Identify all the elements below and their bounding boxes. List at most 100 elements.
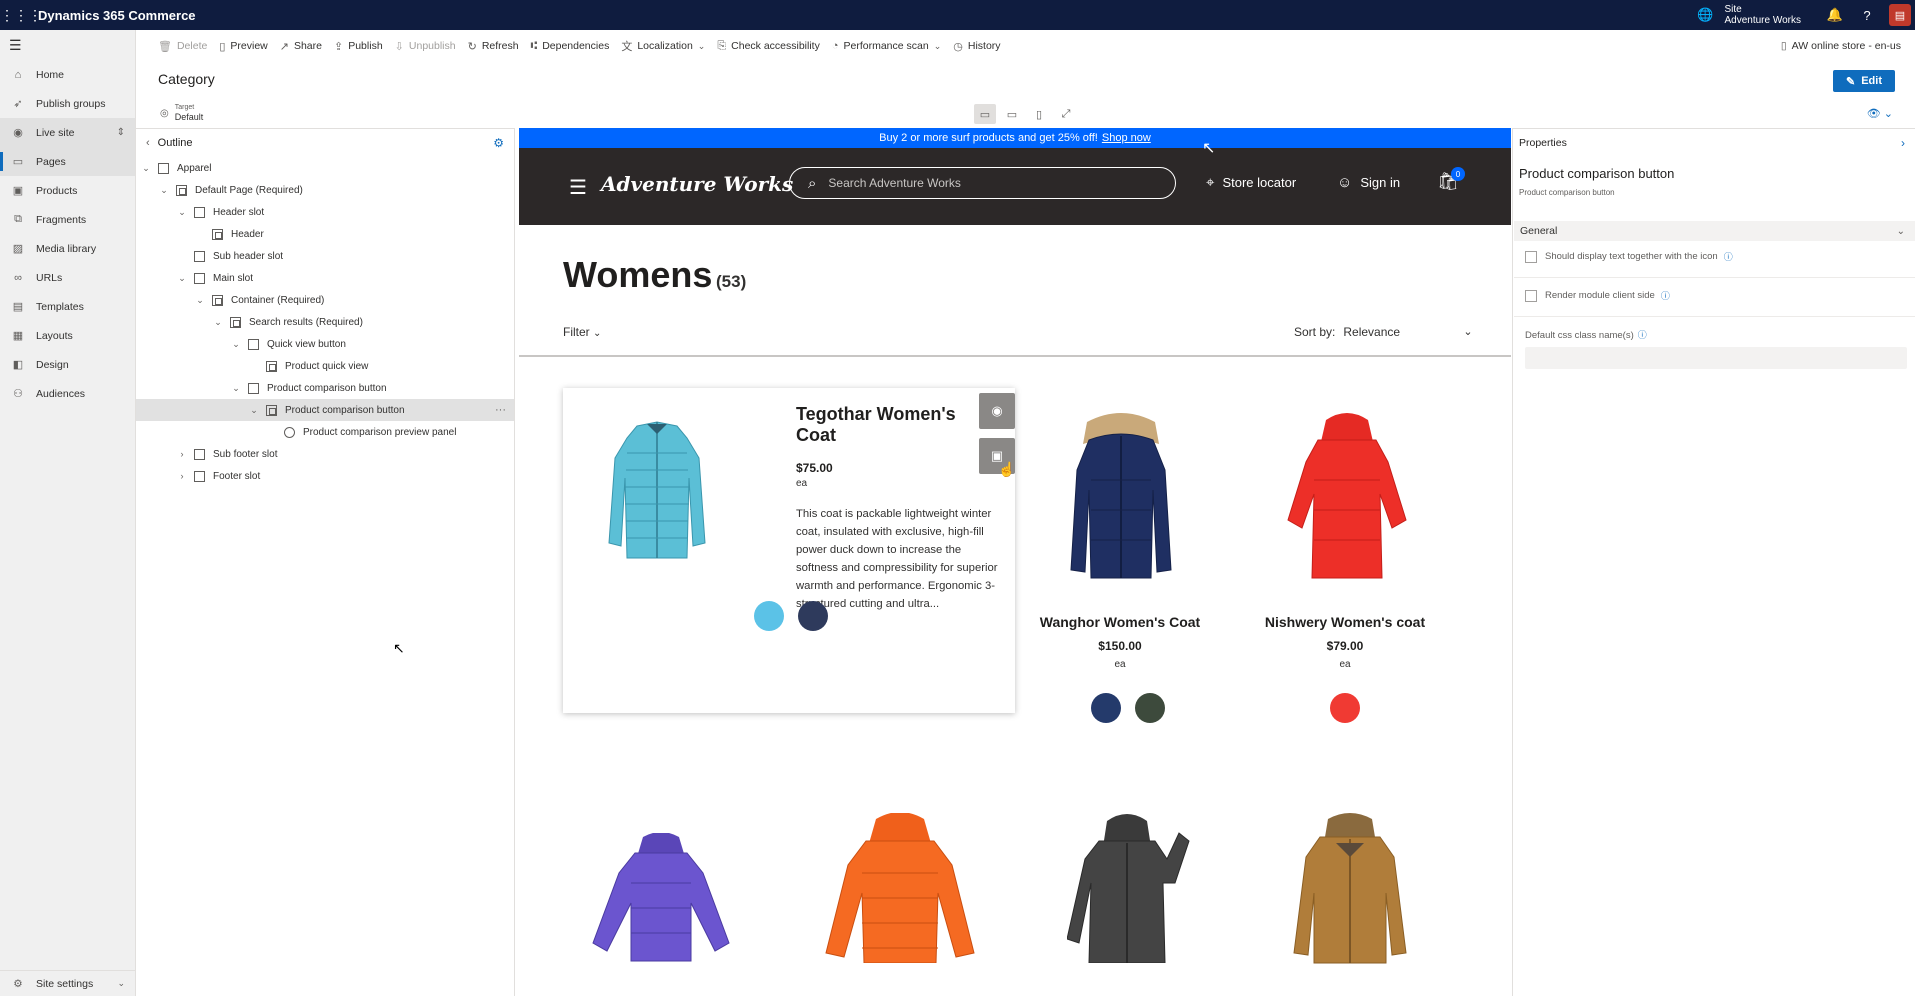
avatar[interactable]: ▤ — [1889, 4, 1911, 26]
chevron-down-icon[interactable]: ⌄ — [212, 317, 224, 328]
chevron-down-icon[interactable]: ⌄ — [176, 273, 188, 284]
tree-row[interactable]: ⌄ Apparel — [136, 157, 514, 179]
product-name[interactable]: Nishwery Women's coat — [1170, 614, 1511, 630]
tree-row[interactable]: › Sub footer slot — [136, 443, 514, 465]
general-group-header[interactable]: General ⌄ — [1514, 221, 1915, 241]
product-image[interactable] — [1067, 813, 1191, 963]
nav-home[interactable]: ⌂ Home — [0, 60, 135, 89]
check-accessibility-button[interactable]: ⎘ Check accessibility — [717, 40, 820, 53]
history-button[interactable]: ◷ History — [953, 40, 1000, 53]
chevron-right-icon[interactable]: › — [176, 471, 188, 481]
help-icon[interactable]: ? — [1851, 8, 1883, 23]
more-icon[interactable]: ··· — [495, 404, 506, 416]
gear-icon[interactable]: ⚙ — [493, 136, 504, 150]
localization-button[interactable]: 文 Localization ⌄ — [621, 38, 705, 54]
refresh-button[interactable]: ↻ Refresh — [468, 40, 519, 53]
edit-button[interactable]: ✎ Edit — [1833, 70, 1895, 92]
visibility-icon[interactable]: 👁 ⌄ — [1867, 107, 1893, 120]
nav-templates[interactable]: ▤ Templates — [0, 292, 135, 321]
info-icon[interactable]: ⓘ — [1724, 250, 1733, 263]
tree-row-selected[interactable]: ⌄ Product comparison button ··· — [136, 399, 514, 421]
tree-row[interactable]: Sub header slot — [136, 245, 514, 267]
shop-now-link[interactable]: Shop now — [1102, 132, 1151, 144]
product-tile[interactable]: Nishwery Women's coat $79.00 ea — [1170, 614, 1511, 670]
chevron-down-icon[interactable]: ⌄ — [230, 383, 242, 394]
tree-row[interactable]: Product comparison preview panel — [136, 421, 514, 443]
store-locator-link[interactable]: ⌖ Store locator — [1206, 174, 1296, 191]
preview-button[interactable]: ▯ Preview — [219, 40, 267, 53]
color-swatch[interactable] — [754, 601, 784, 631]
fullscreen-icon[interactable]: ⤢ — [1055, 104, 1077, 124]
nav-media-library[interactable]: ▨ Media library — [0, 234, 135, 263]
page-preview[interactable]: Buy 2 or more surf products and get 25% … — [519, 128, 1511, 996]
site-selector[interactable]: Site Adventure Works — [1724, 4, 1801, 26]
desktop-view-icon[interactable]: ▭ — [974, 104, 996, 124]
share-button[interactable]: ↗ Share — [280, 40, 322, 53]
checkbox[interactable] — [1525, 250, 1537, 263]
product-image[interactable] — [1292, 813, 1408, 968]
nav-audiences[interactable]: ⚇ Audiences — [0, 379, 135, 408]
filter-toggle[interactable]: Filter ⌄ — [563, 325, 601, 339]
product-image[interactable] — [607, 418, 707, 563]
store-selector[interactable]: ▯ AW online store - en-us — [1781, 40, 1901, 52]
tree-row[interactable]: ⌄ Main slot — [136, 267, 514, 289]
color-swatch[interactable] — [1135, 693, 1165, 723]
unpublish-button[interactable]: ⇩ Unpublish — [395, 40, 456, 53]
tree-row[interactable]: ⌄ Default Page (Required) — [136, 179, 514, 201]
color-swatch[interactable] — [1091, 693, 1121, 723]
dependencies-button[interactable]: ⑆ Dependencies — [531, 40, 610, 52]
tree-row[interactable]: ⌄ Search results (Required) — [136, 311, 514, 333]
chevron-down-icon[interactable]: ⌄ — [176, 207, 188, 218]
display-text-checkbox-row[interactable]: Should display text together with the ic… — [1525, 250, 1733, 263]
css-class-input[interactable] — [1525, 347, 1907, 369]
nav-layouts[interactable]: ▦ Layouts — [0, 321, 135, 350]
nav-live-site[interactable]: ◉ Live site ⇕ — [0, 118, 135, 147]
tree-row[interactable]: Product quick view — [136, 355, 514, 377]
info-icon[interactable]: ⓘ — [1661, 289, 1670, 302]
nav-fragments[interactable]: ⧉ Fragments — [0, 205, 135, 234]
tree-row[interactable]: ⌄ Header slot — [136, 201, 514, 223]
sign-in-link[interactable]: ☺ Sign in — [1337, 174, 1400, 191]
product-image[interactable] — [1286, 410, 1408, 582]
tree-row[interactable]: ⌄ Product comparison button — [136, 377, 514, 399]
publish-button[interactable]: ⇪ Publish — [334, 40, 383, 53]
chevron-left-icon[interactable]: ‹ — [146, 137, 150, 149]
tree-row[interactable]: ⌄ Container (Required) — [136, 289, 514, 311]
info-icon[interactable]: ⓘ — [1638, 330, 1647, 340]
target-selector[interactable]: ◎ Target Default — [160, 104, 203, 122]
nav-publish-groups[interactable]: ➶ Publish groups — [0, 89, 135, 118]
tablet-view-icon[interactable]: ▭ — [1001, 104, 1023, 124]
nav-pages[interactable]: ▭ Pages — [0, 147, 135, 176]
tree-row[interactable]: ⌄ Quick view button — [136, 333, 514, 355]
hamburger-icon[interactable]: ☰ — [0, 30, 135, 60]
render-client-checkbox-row[interactable]: Render module client side ⓘ — [1525, 289, 1670, 302]
chevron-down-icon[interactable]: ⌄ — [158, 185, 170, 196]
chevron-right-icon[interactable]: › — [176, 449, 188, 459]
tree-row[interactable]: Header — [136, 223, 514, 245]
chevron-down-icon[interactable]: ⌄ — [248, 405, 260, 416]
brand-logo[interactable]: Adventure Works — [601, 172, 793, 196]
site-search-input[interactable]: ⌕ Search Adventure Works — [789, 167, 1176, 199]
performance-scan-button[interactable]: ◔ Performance scan ⌄ — [832, 40, 941, 52]
tree-row[interactable]: › Footer slot — [136, 465, 514, 487]
waffle-icon[interactable]: ⋮⋮⋮ — [0, 7, 42, 24]
nav-products[interactable]: ▣ Products — [0, 176, 135, 205]
chevron-down-icon[interactable]: ⌄ — [140, 163, 152, 174]
globe-icon[interactable]: 🌐 — [1694, 7, 1716, 23]
chevron-right-icon[interactable]: › — [1901, 136, 1905, 150]
sort-dropdown[interactable]: Sort by: Relevance ⌄ — [1294, 325, 1473, 339]
delete-button[interactable]: 🗑 Delete — [158, 40, 207, 53]
product-image[interactable] — [824, 813, 976, 963]
hamburger-icon[interactable]: ☰ — [569, 175, 587, 200]
checkbox[interactable] — [1525, 289, 1537, 302]
app-title[interactable]: Dynamics 365 Commerce — [38, 8, 196, 23]
product-image[interactable] — [1067, 410, 1175, 582]
chevron-down-icon[interactable]: ⌄ — [194, 295, 206, 306]
bell-icon[interactable]: 🔔 — [1819, 7, 1851, 23]
nav-urls[interactable]: ∞ URLs — [0, 263, 135, 292]
color-swatch[interactable] — [798, 601, 828, 631]
color-swatch[interactable] — [1330, 693, 1360, 723]
quick-view-button[interactable]: ◉ — [979, 393, 1015, 429]
nav-design[interactable]: ◧ Design — [0, 350, 135, 379]
mobile-view-icon[interactable]: ▯ — [1028, 104, 1050, 124]
